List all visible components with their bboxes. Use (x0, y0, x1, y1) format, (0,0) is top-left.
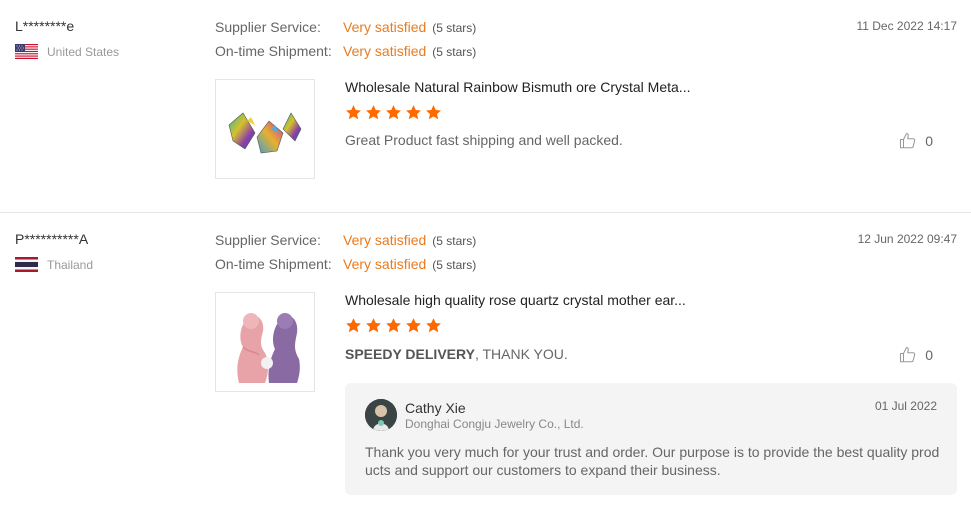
quartz-figurine-image (237, 313, 300, 383)
review-comment: Great Product fast shipping and well pac… (345, 132, 623, 148)
shipment-label: On-time Shipment: (215, 256, 332, 272)
star-icon (386, 318, 401, 333)
product-title[interactable]: Wholesale Natural Rainbow Bismuth ore Cr… (345, 79, 690, 95)
avatar (365, 399, 397, 431)
product-thumbnail[interactable] (215, 79, 315, 179)
product-rating-stars (345, 104, 442, 121)
shipment-label: On-time Shipment: (215, 43, 332, 59)
star-icon (346, 105, 361, 120)
review-comment-bold: SPEEDY DELIVERY (345, 346, 475, 362)
supplier-service-value: Very satisfied (343, 232, 427, 248)
country-name: Thailand (47, 257, 94, 272)
star-icon (426, 318, 441, 333)
shipment-value: Very satisfied (343, 256, 427, 272)
supplier-service-rating: Supplier Service: Very satisfied (5 stars) (215, 232, 476, 248)
review-date: 11 Dec 2022 14:17 (856, 19, 957, 33)
product-thumbnail[interactable] (215, 292, 315, 392)
reviewer-name: L********e (15, 18, 75, 34)
like-button[interactable]: 0 (899, 346, 933, 364)
star-icon (366, 318, 381, 333)
supplier-service-value: Very satisfied (343, 19, 427, 35)
product-rating-stars (345, 317, 442, 334)
star-icon (406, 105, 421, 120)
product-title[interactable]: Wholesale high quality rose quartz cryst… (345, 292, 686, 308)
shipment-value: Very satisfied (343, 43, 427, 59)
reviewer-country: Thailand (15, 257, 93, 272)
review-item: P**********A Thailand Supplier Service: V… (0, 213, 971, 525)
supplier-service-stars: (5 stars) (432, 21, 477, 35)
country-name: United States (47, 44, 120, 59)
reply-company-name: Donghai Congju Jewelry Co., Ltd. (405, 417, 584, 431)
like-count: 0 (925, 133, 933, 149)
thumbs-up-icon (900, 132, 916, 149)
review-comment-rest: , THANK YOU. (474, 346, 568, 362)
review-item: L********e United States Supplier Servic… (0, 0, 971, 213)
supplier-service-rating: Supplier Service: Very satisfied (5 stars) (215, 19, 476, 35)
us-flag-icon (15, 44, 38, 59)
supplier-service-label: Supplier Service: (215, 19, 321, 35)
like-button[interactable]: 0 (899, 132, 933, 150)
star-icon (366, 105, 381, 120)
reply-text: Thank you very much for your trust and o… (365, 444, 940, 478)
star-icon (426, 105, 441, 120)
reviewer-name: P**********A (15, 231, 89, 247)
reviewer-country: United States (15, 44, 119, 59)
shipment-stars: (5 stars) (432, 258, 477, 272)
bismuth-crystal-image (228, 112, 302, 154)
review-date: 12 Jun 2022 09:47 (857, 232, 957, 246)
like-count: 0 (925, 347, 933, 363)
star-icon (406, 318, 421, 333)
reply-author-name: Cathy Xie (405, 400, 466, 416)
shipment-stars: (5 stars) (432, 45, 477, 59)
shipment-rating: On-time Shipment: Very satisfied (5 stars) (215, 43, 476, 59)
review-comment: SPEEDY DELIVERY, THANK YOU. (345, 346, 568, 362)
supplier-service-stars: (5 stars) (432, 234, 477, 248)
star-icon (346, 318, 361, 333)
thailand-flag-icon (15, 257, 38, 272)
reply-date: 01 Jul 2022 (874, 399, 937, 413)
shipment-rating: On-time Shipment: Very satisfied (5 stars) (215, 256, 476, 272)
thumbs-up-icon (900, 346, 916, 363)
supplier-reply: Cathy Xie Donghai Congju Jewelry Co., Lt… (345, 383, 957, 495)
supplier-service-label: Supplier Service: (215, 232, 321, 248)
star-icon (386, 105, 401, 120)
